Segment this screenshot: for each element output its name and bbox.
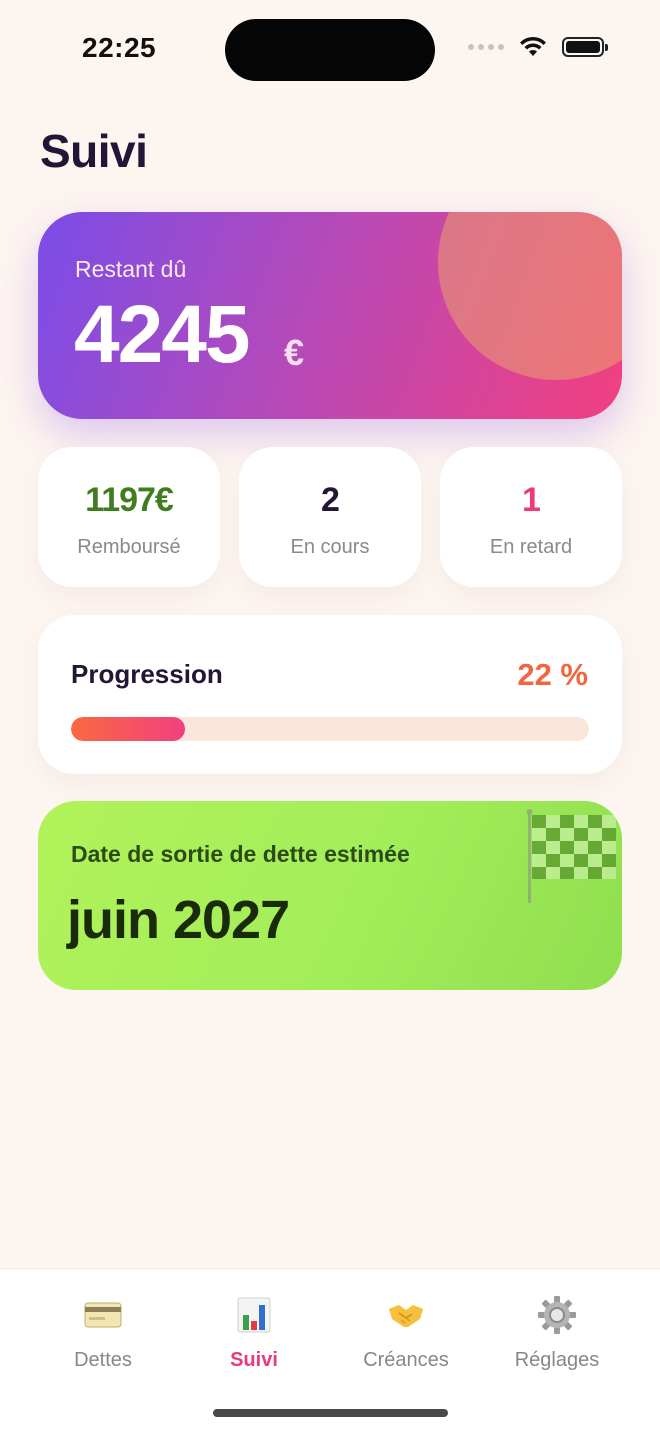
tab-label-creances: Créances: [363, 1349, 449, 1371]
page-title: Suivi: [40, 125, 148, 177]
bar-chart-icon: [237, 1297, 271, 1333]
credit-card-icon: [84, 1302, 122, 1328]
tab-suivi[interactable]: Suivi: [189, 1295, 319, 1375]
remaining-due-card: Restant dû 4245 €: [38, 212, 622, 419]
checkered-flag-icon: [526, 809, 616, 903]
tab-reglages[interactable]: Réglages: [492, 1295, 622, 1375]
status-time: 22:25: [82, 32, 157, 63]
tab-dettes[interactable]: Dettes: [38, 1295, 168, 1375]
stat-label-late: En retard: [489, 536, 573, 558]
home-indicator[interactable]: [213, 1409, 448, 1417]
status-icons: [468, 36, 608, 58]
remaining-due-amount: 4245: [74, 289, 250, 380]
remaining-due-label: Restant dû: [75, 256, 187, 282]
debt-exit-date: juin 2027: [67, 890, 290, 950]
tab-bar: Dettes Suivi Créances Réglages: [0, 1268, 660, 1431]
handshake-icon: [389, 1305, 423, 1327]
stat-value-late: 1: [522, 481, 541, 519]
stat-card-in-progress: 2 En cours: [239, 447, 421, 587]
stat-value-in-progress: 2: [321, 481, 340, 519]
progress-bar: [71, 717, 589, 741]
progress-percent: 22 %: [517, 657, 588, 692]
progress-card: Progression 22 %: [38, 615, 622, 774]
remaining-due-currency: €: [284, 332, 305, 373]
tab-creances[interactable]: Créances: [341, 1295, 471, 1375]
status-bar: 22:25: [0, 0, 660, 100]
stat-label-in-progress: En cours: [290, 536, 370, 558]
gear-icon: [538, 1296, 576, 1334]
debt-exit-estimate-card: Date de sortie de dette estimée juin 202…: [38, 801, 622, 990]
wifi-icon: [520, 36, 546, 56]
tab-label-reglages: Réglages: [514, 1349, 600, 1371]
stat-value-reimbursed: 1197€: [85, 481, 174, 519]
stat-card-reimbursed: 1197€ Remboursé: [38, 447, 220, 587]
progress-bar-fill: [71, 717, 185, 741]
debt-exit-label: Date de sortie de dette estimée: [71, 841, 410, 867]
cellular-signal-icon: [468, 44, 504, 50]
tab-label-suivi: Suivi: [230, 1349, 278, 1371]
dynamic-island: [225, 19, 435, 81]
battery-icon: [562, 37, 608, 57]
decorative-circle: [438, 212, 622, 380]
tab-label-dettes: Dettes: [74, 1349, 132, 1371]
stat-label-reimbursed: Remboursé: [77, 536, 181, 558]
stat-card-late: 1 En retard: [440, 447, 622, 587]
progress-label: Progression: [71, 659, 223, 689]
